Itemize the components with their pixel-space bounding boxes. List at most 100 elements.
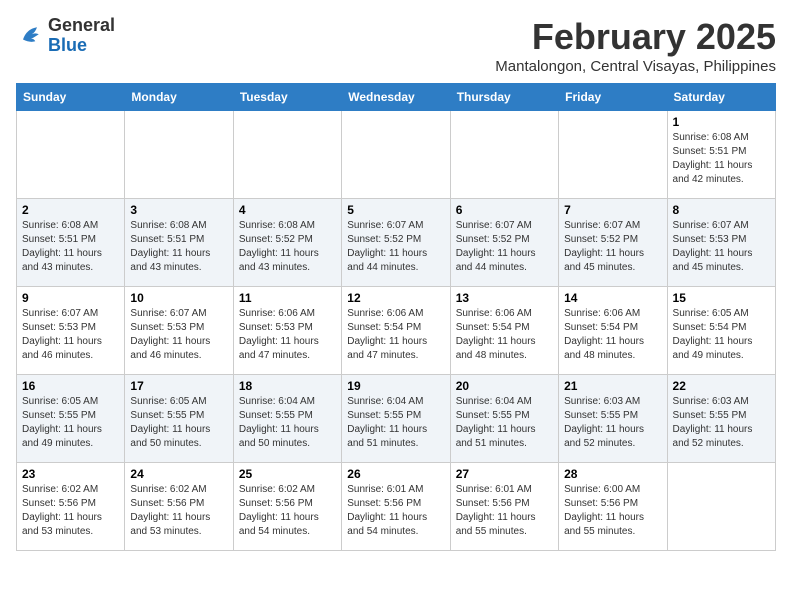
calendar-cell: 16 Sunrise: 6:05 AM Sunset: 5:55 PM Dayli… (17, 375, 125, 463)
day-info: Sunrise: 6:07 AM Sunset: 5:53 PM Dayligh… (130, 307, 227, 363)
day-info: Sunrise: 6:08 AM Sunset: 5:51 PM Dayligh… (22, 219, 119, 275)
day-info: Sunrise: 6:04 AM Sunset: 5:55 PM Dayligh… (239, 395, 336, 451)
calendar-cell: 27 Sunrise: 6:01 AM Sunset: 5:56 PM Dayli… (450, 463, 558, 551)
calendar-header-row: SundayMondayTuesdayWednesdayThursdayFrid… (17, 84, 776, 111)
day-info: Sunrise: 6:07 AM Sunset: 5:52 PM Dayligh… (456, 219, 553, 275)
day-info: Sunrise: 6:08 AM Sunset: 5:51 PM Dayligh… (130, 219, 227, 275)
calendar-cell (667, 463, 775, 551)
calendar-cell: 1Sunrise: 6:08 AM Sunset: 5:51 PM Daylig… (667, 111, 775, 199)
logo-blue-text: Blue (48, 36, 115, 56)
calendar-cell: 9 Sunrise: 6:07 AM Sunset: 5:53 PM Daylig… (17, 287, 125, 375)
calendar-week-row: 16 Sunrise: 6:05 AM Sunset: 5:55 PM Dayli… (17, 375, 776, 463)
day-number: 16 (22, 379, 119, 393)
weekday-header: Tuesday (233, 84, 341, 111)
day-number: 9 (22, 291, 119, 305)
day-info: Sunrise: 6:07 AM Sunset: 5:53 PM Dayligh… (22, 307, 119, 363)
calendar-week-row: 2 Sunrise: 6:08 AM Sunset: 5:51 PM Daylig… (17, 199, 776, 287)
day-info: Sunrise: 6:06 AM Sunset: 5:54 PM Dayligh… (456, 307, 553, 363)
calendar-cell: 28 Sunrise: 6:00 AM Sunset: 5:56 PM Dayli… (559, 463, 667, 551)
day-info: Sunrise: 6:02 AM Sunset: 5:56 PM Dayligh… (239, 483, 336, 539)
day-number: 8 (673, 203, 770, 217)
weekday-header: Monday (125, 84, 233, 111)
weekday-header: Saturday (667, 84, 775, 111)
day-info: Sunrise: 6:01 AM Sunset: 5:56 PM Dayligh… (456, 483, 553, 539)
calendar-week-row: 23 Sunrise: 6:02 AM Sunset: 5:56 PM Dayli… (17, 463, 776, 551)
logo-bird-icon (16, 22, 44, 50)
calendar-cell: 15Sunrise: 6:05 AM Sunset: 5:54 PM Dayli… (667, 287, 775, 375)
logo: General Blue (16, 16, 115, 56)
page-header: General Blue February 2025 Mantalongon, … (16, 16, 776, 75)
calendar-cell: 6 Sunrise: 6:07 AM Sunset: 5:52 PM Daylig… (450, 199, 558, 287)
day-number: 3 (130, 203, 227, 217)
day-info: Sunrise: 6:00 AM Sunset: 5:56 PM Dayligh… (564, 483, 661, 539)
logo-general-text: General (48, 16, 115, 36)
day-info: Sunrise: 6:03 AM Sunset: 5:55 PM Dayligh… (564, 395, 661, 451)
day-info: Sunrise: 6:06 AM Sunset: 5:53 PM Dayligh… (239, 307, 336, 363)
calendar-cell: 7 Sunrise: 6:07 AM Sunset: 5:52 PM Daylig… (559, 199, 667, 287)
calendar-cell: 18Sunrise: 6:04 AM Sunset: 5:55 PM Dayli… (233, 375, 341, 463)
calendar-cell: 14 Sunrise: 6:06 AM Sunset: 5:54 PM Dayli… (559, 287, 667, 375)
day-info: Sunrise: 6:06 AM Sunset: 5:54 PM Dayligh… (347, 307, 444, 363)
calendar-week-row: 9 Sunrise: 6:07 AM Sunset: 5:53 PM Daylig… (17, 287, 776, 375)
day-info: Sunrise: 6:07 AM Sunset: 5:52 PM Dayligh… (347, 219, 444, 275)
day-number: 6 (456, 203, 553, 217)
calendar-cell: 26 Sunrise: 6:01 AM Sunset: 5:56 PM Dayli… (342, 463, 450, 551)
calendar-cell: 25 Sunrise: 6:02 AM Sunset: 5:56 PM Dayli… (233, 463, 341, 551)
calendar-week-row: 1Sunrise: 6:08 AM Sunset: 5:51 PM Daylig… (17, 111, 776, 199)
calendar-cell: 21 Sunrise: 6:03 AM Sunset: 5:55 PM Dayli… (559, 375, 667, 463)
month-title: February 2025 (495, 16, 776, 58)
location-text: Mantalongon, Central Visayas, Philippine… (495, 58, 776, 75)
title-block: February 2025 Mantalongon, Central Visay… (495, 16, 776, 75)
day-number: 7 (564, 203, 661, 217)
day-info: Sunrise: 6:07 AM Sunset: 5:53 PM Dayligh… (673, 219, 770, 275)
day-info: Sunrise: 6:04 AM Sunset: 5:55 PM Dayligh… (456, 395, 553, 451)
weekday-header: Friday (559, 84, 667, 111)
calendar-cell: 8 Sunrise: 6:07 AM Sunset: 5:53 PM Daylig… (667, 199, 775, 287)
calendar-cell: 17 Sunrise: 6:05 AM Sunset: 5:55 PM Dayli… (125, 375, 233, 463)
weekday-header: Thursday (450, 84, 558, 111)
day-info: Sunrise: 6:03 AM Sunset: 5:55 PM Dayligh… (673, 395, 770, 451)
day-info: Sunrise: 6:04 AM Sunset: 5:55 PM Dayligh… (347, 395, 444, 451)
calendar-cell (233, 111, 341, 199)
calendar-cell: 11Sunrise: 6:06 AM Sunset: 5:53 PM Dayli… (233, 287, 341, 375)
calendar-cell (125, 111, 233, 199)
day-info: Sunrise: 6:02 AM Sunset: 5:56 PM Dayligh… (130, 483, 227, 539)
day-number: 22 (673, 379, 770, 393)
calendar-cell: 2 Sunrise: 6:08 AM Sunset: 5:51 PM Daylig… (17, 199, 125, 287)
day-number: 2 (22, 203, 119, 217)
day-number: 23 (22, 467, 119, 481)
calendar-cell: 20 Sunrise: 6:04 AM Sunset: 5:55 PM Dayli… (450, 375, 558, 463)
calendar-cell: 13Sunrise: 6:06 AM Sunset: 5:54 PM Dayli… (450, 287, 558, 375)
day-info: Sunrise: 6:05 AM Sunset: 5:55 PM Dayligh… (130, 395, 227, 451)
day-number: 15 (673, 291, 770, 305)
calendar-cell (342, 111, 450, 199)
day-number: 1 (673, 115, 770, 129)
day-number: 27 (456, 467, 553, 481)
day-number: 26 (347, 467, 444, 481)
day-info: Sunrise: 6:05 AM Sunset: 5:55 PM Dayligh… (22, 395, 119, 451)
calendar-cell: 10 Sunrise: 6:07 AM Sunset: 5:53 PM Dayli… (125, 287, 233, 375)
day-info: Sunrise: 6:01 AM Sunset: 5:56 PM Dayligh… (347, 483, 444, 539)
day-number: 24 (130, 467, 227, 481)
calendar-cell: 19Sunrise: 6:04 AM Sunset: 5:55 PM Dayli… (342, 375, 450, 463)
calendar-table: SundayMondayTuesdayWednesdayThursdayFrid… (16, 83, 776, 551)
day-number: 28 (564, 467, 661, 481)
day-number: 17 (130, 379, 227, 393)
calendar-cell (559, 111, 667, 199)
calendar-cell (17, 111, 125, 199)
calendar-cell: 23 Sunrise: 6:02 AM Sunset: 5:56 PM Dayli… (17, 463, 125, 551)
day-info: Sunrise: 6:02 AM Sunset: 5:56 PM Dayligh… (22, 483, 119, 539)
calendar-cell: 4Sunrise: 6:08 AM Sunset: 5:52 PM Daylig… (233, 199, 341, 287)
calendar-cell (450, 111, 558, 199)
day-number: 5 (347, 203, 444, 217)
day-info: Sunrise: 6:08 AM Sunset: 5:52 PM Dayligh… (239, 219, 336, 275)
day-info: Sunrise: 6:07 AM Sunset: 5:52 PM Dayligh… (564, 219, 661, 275)
day-info: Sunrise: 6:06 AM Sunset: 5:54 PM Dayligh… (564, 307, 661, 363)
day-number: 14 (564, 291, 661, 305)
day-number: 21 (564, 379, 661, 393)
day-number: 20 (456, 379, 553, 393)
calendar-cell: 22 Sunrise: 6:03 AM Sunset: 5:55 PM Dayli… (667, 375, 775, 463)
day-number: 10 (130, 291, 227, 305)
calendar-cell: 5 Sunrise: 6:07 AM Sunset: 5:52 PM Daylig… (342, 199, 450, 287)
day-number: 25 (239, 467, 336, 481)
